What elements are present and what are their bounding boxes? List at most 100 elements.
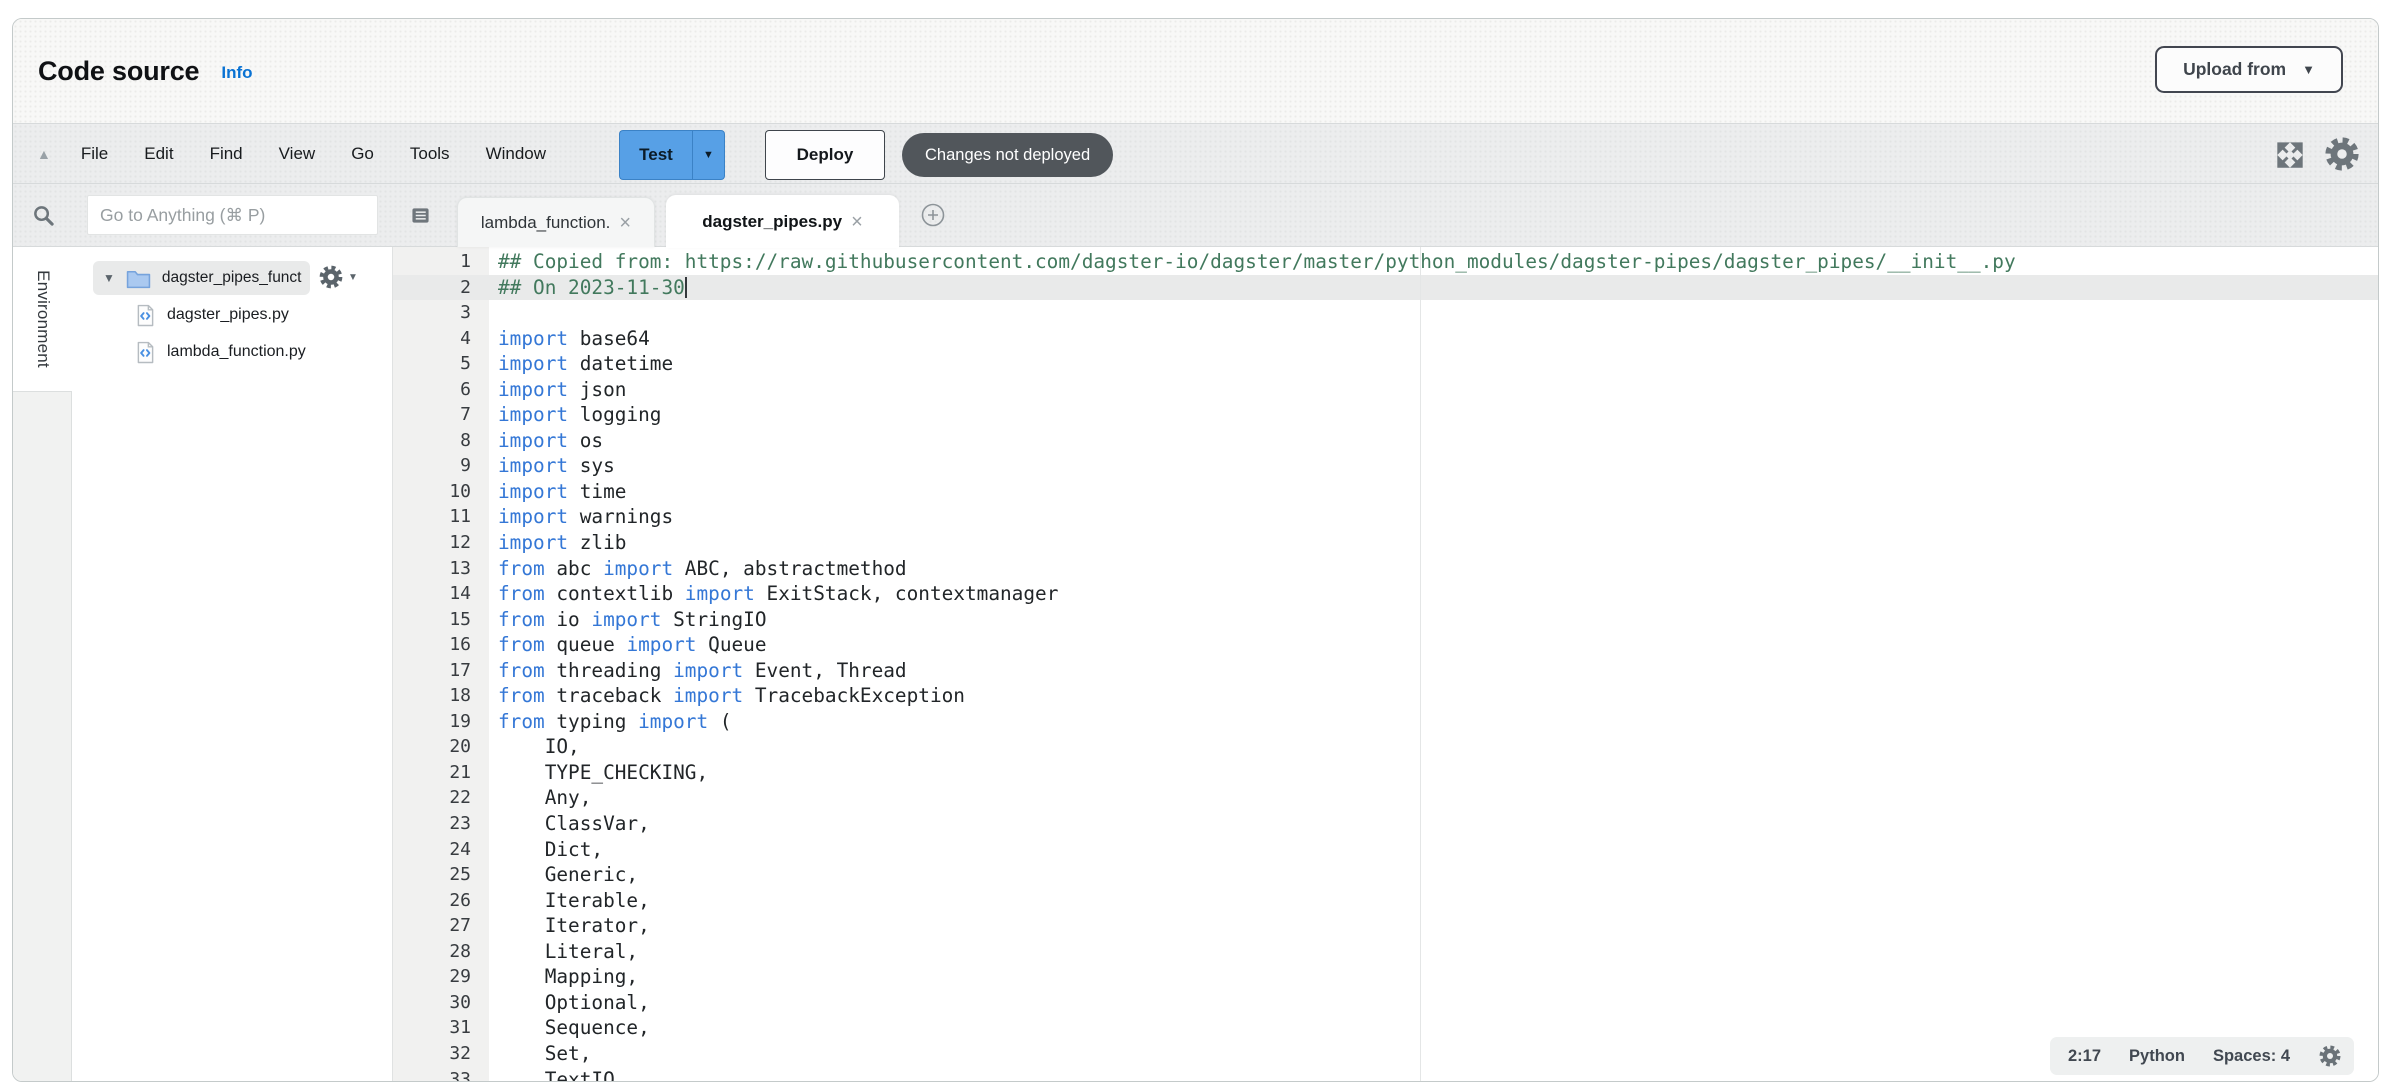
code-line[interactable]: 23 ClassVar, <box>393 811 2379 837</box>
collapse-editor-icon[interactable]: ▲ <box>37 146 51 162</box>
code-line[interactable]: 17from threading import Event, Thread <box>393 658 2379 684</box>
gutter-line-number[interactable]: 28 <box>393 939 489 965</box>
tree-file-row[interactable]: dagster_pipes.py <box>136 298 289 332</box>
upload-from-button[interactable]: Upload from ▼ <box>2155 46 2343 93</box>
triangle-down-icon[interactable]: ▼ <box>103 271 115 285</box>
folder-settings-button[interactable]: ▼ <box>318 264 358 290</box>
code-line[interactable]: 12import zlib <box>393 530 2379 556</box>
code-line[interactable]: 27 Iterator, <box>393 913 2379 939</box>
code-line[interactable]: 13from abc import ABC, abstractmethod <box>393 556 2379 582</box>
language-indicator[interactable]: Python <box>2129 1047 2185 1066</box>
gutter-line-number[interactable]: 5 <box>393 351 489 377</box>
menu-item-go[interactable]: Go <box>351 144 374 164</box>
gutter-line-number[interactable]: 19 <box>393 709 489 735</box>
gutter-line-number[interactable]: 1 <box>393 249 489 275</box>
menu-item-window[interactable]: Window <box>486 144 546 164</box>
code-line[interactable]: 19from typing import ( <box>393 709 2379 735</box>
menu-item-view[interactable]: View <box>279 144 316 164</box>
code-line[interactable]: 25 Generic, <box>393 862 2379 888</box>
tab-list-icon[interactable] <box>411 206 430 225</box>
tab-lambda_function.[interactable]: lambda_function.× <box>457 197 655 247</box>
gutter-line-number[interactable]: 15 <box>393 607 489 633</box>
gutter-line-number[interactable]: 6 <box>393 377 489 403</box>
gutter-line-number[interactable]: 26 <box>393 888 489 914</box>
code-line[interactable]: 1## Copied from: https://raw.githubuserc… <box>393 249 2379 275</box>
spaces-indicator[interactable]: Spaces: 4 <box>2213 1047 2290 1066</box>
gutter-line-number[interactable]: 25 <box>393 862 489 888</box>
menu-item-edit[interactable]: Edit <box>144 144 173 164</box>
code-line[interactable]: 14from contextlib import ExitStack, cont… <box>393 581 2379 607</box>
gutter-line-number[interactable]: 31 <box>393 1015 489 1041</box>
code-line[interactable]: 21 TYPE_CHECKING, <box>393 760 2379 786</box>
test-split-button[interactable]: Test ▼ <box>619 130 725 180</box>
gutter-line-number[interactable]: 13 <box>393 556 489 582</box>
search-icon[interactable] <box>32 204 55 227</box>
gutter-line-number[interactable]: 10 <box>393 479 489 505</box>
tree-folder-row[interactable]: ▼ dagster_pipes_funct <box>93 261 310 295</box>
code-editor[interactable]: 1## Copied from: https://raw.githubuserc… <box>392 247 2379 1082</box>
code-line[interactable]: 3 <box>393 300 2379 326</box>
code-line[interactable]: 28 Literal, <box>393 939 2379 965</box>
gutter-line-number[interactable]: 18 <box>393 683 489 709</box>
gutter-line-number[interactable]: 22 <box>393 785 489 811</box>
code-line[interactable]: 7import logging <box>393 402 2379 428</box>
gutter-line-number[interactable]: 4 <box>393 326 489 352</box>
gutter-line-number[interactable]: 24 <box>393 837 489 863</box>
code-line[interactable]: 6import json <box>393 377 2379 403</box>
gutter-line-number[interactable]: 2 <box>393 275 489 301</box>
gutter-line-number[interactable]: 14 <box>393 581 489 607</box>
tab-dagster_pipes.py[interactable]: dagster_pipes.py× <box>666 195 899 248</box>
environment-tab[interactable]: Environment <box>13 247 72 391</box>
gutter-line-number[interactable]: 23 <box>393 811 489 837</box>
code-line[interactable]: 8import os <box>393 428 2379 454</box>
gutter-line-number[interactable]: 9 <box>393 453 489 479</box>
code-text: Optional, <box>489 990 650 1016</box>
cursor-position-indicator[interactable]: 2:17 <box>2068 1047 2101 1066</box>
code-text <box>489 300 498 326</box>
code-line[interactable]: 5import datetime <box>393 351 2379 377</box>
gutter-line-number[interactable]: 27 <box>393 913 489 939</box>
code-line[interactable]: 30 Optional, <box>393 990 2379 1016</box>
code-line[interactable]: 24 Dict, <box>393 837 2379 863</box>
gutter-line-number[interactable]: 33 <box>393 1067 489 1083</box>
gutter-line-number[interactable]: 21 <box>393 760 489 786</box>
gutter-line-number[interactable]: 11 <box>393 504 489 530</box>
code-line[interactable]: 10import time <box>393 479 2379 505</box>
new-tab-button[interactable] <box>920 202 946 228</box>
gutter-line-number[interactable]: 8 <box>393 428 489 454</box>
close-icon[interactable]: × <box>619 213 631 233</box>
gutter-line-number[interactable]: 20 <box>393 734 489 760</box>
fullscreen-button[interactable] <box>2275 140 2305 175</box>
code-line[interactable]: 22 Any, <box>393 785 2379 811</box>
editor-settings-button[interactable] <box>2323 135 2361 178</box>
menu-item-tools[interactable]: Tools <box>410 144 450 164</box>
deploy-button[interactable]: Deploy <box>765 130 885 180</box>
gutter-line-number[interactable]: 16 <box>393 632 489 658</box>
gutter-line-number[interactable]: 30 <box>393 990 489 1016</box>
gutter-line-number[interactable]: 12 <box>393 530 489 556</box>
goto-anything-input[interactable] <box>87 195 378 235</box>
test-button[interactable]: Test <box>619 130 692 180</box>
code-line[interactable]: 16from queue import Queue <box>393 632 2379 658</box>
code-line[interactable]: 29 Mapping, <box>393 964 2379 990</box>
menu-item-find[interactable]: Find <box>210 144 243 164</box>
gutter-line-number[interactable]: 17 <box>393 658 489 684</box>
test-dropdown-button[interactable]: ▼ <box>692 130 725 180</box>
code-line[interactable]: 26 Iterable, <box>393 888 2379 914</box>
code-line[interactable]: 2## On 2023-11-30 <box>393 275 2379 301</box>
code-line[interactable]: 11import warnings <box>393 504 2379 530</box>
status-settings-button[interactable] <box>2318 1044 2342 1068</box>
code-line[interactable]: 4import base64 <box>393 326 2379 352</box>
code-line[interactable]: 18from traceback import TracebackExcepti… <box>393 683 2379 709</box>
code-line[interactable]: 9import sys <box>393 453 2379 479</box>
gutter-line-number[interactable]: 3 <box>393 300 489 326</box>
gutter-line-number[interactable]: 7 <box>393 402 489 428</box>
menu-item-file[interactable]: File <box>81 144 108 164</box>
gutter-line-number[interactable]: 29 <box>393 964 489 990</box>
code-line[interactable]: 20 IO, <box>393 734 2379 760</box>
gutter-line-number[interactable]: 32 <box>393 1041 489 1067</box>
tree-file-row[interactable]: lambda_function.py <box>136 335 306 369</box>
info-link[interactable]: Info <box>221 63 252 83</box>
code-line[interactable]: 15from io import StringIO <box>393 607 2379 633</box>
close-icon[interactable]: × <box>851 212 863 232</box>
